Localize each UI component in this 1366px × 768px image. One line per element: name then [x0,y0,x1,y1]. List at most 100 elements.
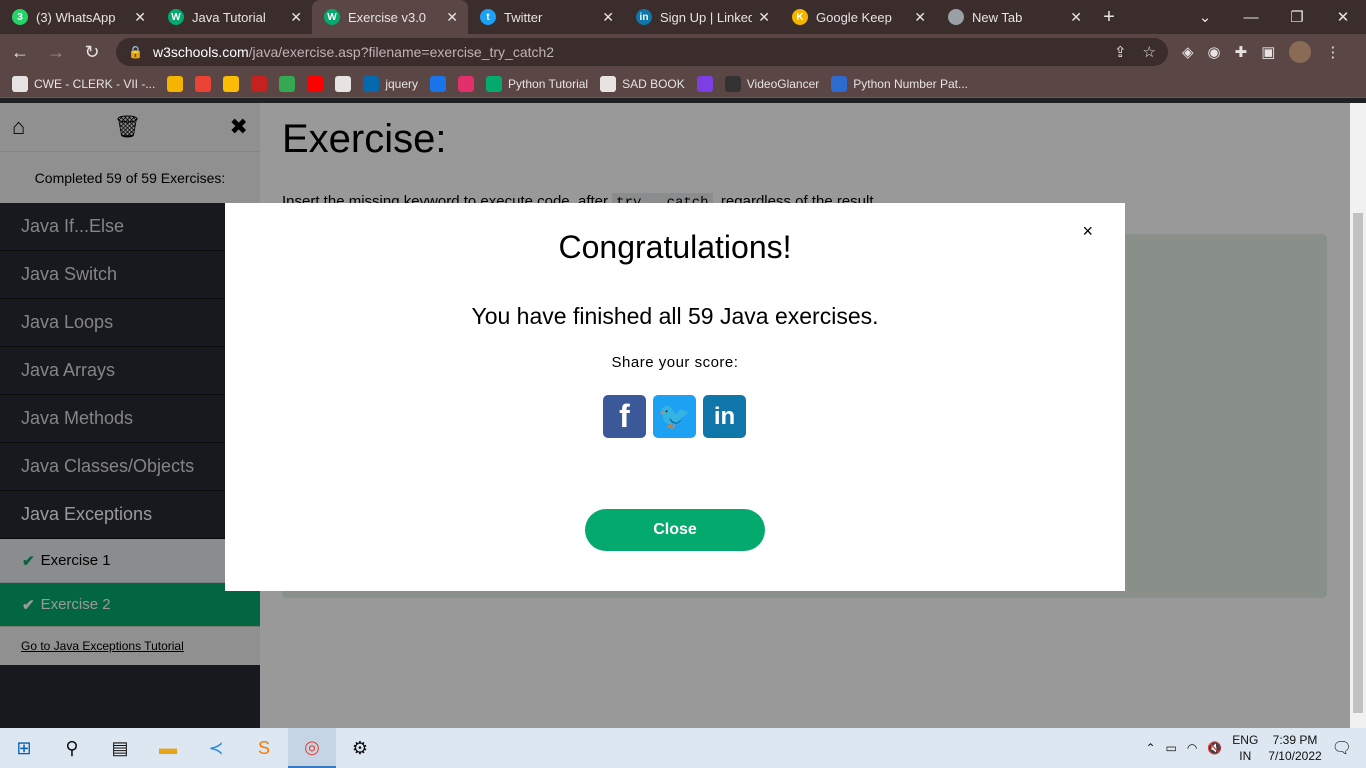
tab-close-icon[interactable]: ✕ [446,9,458,26]
modal-message: You have finished all 59 Java exercises. [471,303,879,329]
vscode-icon[interactable]: ≺ [192,728,240,768]
bookmark-item[interactable] [335,75,352,92]
bookmark-favicon-icon [724,75,741,92]
browser-tab[interactable]: W Exercise v3.0 ✕ [312,0,468,34]
url-host: w3schools.com [152,44,249,60]
browser-tab[interactable]: t Twitter ✕ [468,0,624,34]
puzzle-icon[interactable]: ✚ [1235,43,1248,61]
tab-close-icon[interactable]: ✕ [1070,9,1082,26]
search-icon[interactable]: ⚲ [48,728,96,768]
chrome-icon [948,9,964,25]
bookmark-favicon-icon [458,75,475,92]
language-code: ENG [1232,733,1259,747]
bookmark-item[interactable] [223,75,240,92]
browser-tab[interactable]: K Google Keep ✕ [780,0,936,34]
bookmark-item[interactable] [696,75,713,92]
whatsapp-icon: 3 [12,9,28,25]
tab-title: Java Tutorial [192,9,266,25]
bookmark-favicon-icon [486,75,503,92]
bookmark-item[interactable]: SAD BOOK [600,75,685,92]
browser-tab[interactable]: New Tab ✕ [936,0,1092,34]
bookmark-item[interactable] [307,75,324,92]
bookmark-favicon-icon [279,75,296,92]
facebook-icon[interactable]: f [603,395,646,438]
tab-close-icon[interactable]: ✕ [134,9,146,26]
chevron-up-icon[interactable]: ⌃ [1145,741,1155,755]
notifications-icon[interactable]: 🗨 [1332,738,1352,758]
lock-icon[interactable]: 🔒 [128,45,143,59]
bookmark-label: jquery [385,76,419,91]
volume-muted-icon[interactable]: 🔇 [1207,741,1222,755]
chrome-icon[interactable]: ◎ [288,728,336,768]
file-explorer-icon[interactable]: ▬ [144,728,192,768]
browser-tab[interactable]: in Sign Up | LinkedIn ✕ [624,0,780,34]
bookmark-item[interactable]: Python Tutorial [486,75,588,92]
bookmark-item[interactable] [251,75,268,92]
share-label: Share your score: [611,354,739,371]
address-bar[interactable]: 🔒 w3schools.com/java/exercise.asp?filena… [116,38,1168,66]
w3schools-icon: W [324,9,340,25]
bookmark-item[interactable]: VideoGlancer [724,75,819,92]
windows-start-icon[interactable]: ⊞ [0,728,48,768]
bookmark-item[interactable]: Python Number Pat... [831,75,968,92]
profile-avatar[interactable] [1289,41,1312,63]
tab-close-icon[interactable]: ✕ [914,9,926,26]
close-button[interactable]: Close [585,509,765,551]
share-page-icon[interactable]: ⇪ [1114,43,1127,61]
restore-icon[interactable]: ❐ [1274,0,1320,34]
sublime-icon[interactable]: S [240,728,288,768]
extension-icon[interactable]: ◈ [1182,43,1194,61]
tab-list: 3 (3) WhatsApp ✕ W Java Tutorial ✕ W Exercise v… [0,0,1092,34]
minimize-icon[interactable]: — [1228,0,1274,34]
bookmark-favicon-icon [167,75,184,92]
linkedin-icon[interactable]: in [703,395,746,438]
bookmark-item[interactable]: CWE - CLERK - VII -... [12,75,155,92]
clock[interactable]: 7:39 PM 7/10/2022 [1268,732,1321,764]
scrollbar-thumb[interactable] [1353,213,1363,713]
modal-title: Congratulations! [558,229,792,265]
bookmark-item[interactable] [430,75,447,92]
page-scrollbar[interactable] [1350,103,1366,728]
bookmark-favicon-icon [335,75,352,92]
web-page: ⌂ 🗑 ✖ Completed 59 of 59 Exercises: Java… [0,103,1366,728]
new-tab-button[interactable]: + [1092,0,1126,34]
tab-close-icon[interactable]: ✕ [602,9,614,26]
tab-title: Google Keep [816,9,892,25]
tab-close-icon[interactable]: ✕ [758,9,770,26]
bookmarks-bar: CWE - CLERK - VII -... jquery Python Tutor… [0,70,1366,98]
forward-icon[interactable]: → [40,36,72,68]
bookmark-item[interactable] [167,75,184,92]
bookmark-item[interactable]: jquery [363,75,419,92]
tab-title: Sign Up | LinkedIn [660,9,753,25]
meet-now-icon[interactable]: ▭ [1166,741,1177,755]
reload-icon[interactable]: ↻ [76,36,108,68]
twitter-icon: t [480,9,496,25]
bookmark-favicon-icon [307,75,324,92]
browser-tab[interactable]: 3 (3) WhatsApp ✕ [0,0,156,34]
tab-title: Exercise v3.0 [348,9,427,25]
toolbar: ← → ↻ 🔒 w3schools.com/java/exercise.asp?… [0,34,1366,70]
bookmark-star-icon[interactable]: ☆ [1143,43,1156,61]
task-view-icon[interactable]: ▤ [96,728,144,768]
url-path: /java/exercise.asp?filename=exercise_try… [248,44,555,60]
bookmark-favicon-icon [831,75,848,92]
close-window-icon[interactable]: ✕ [1320,0,1366,34]
camera-extension-icon[interactable]: ◉ [1208,43,1221,61]
bookmark-item[interactable] [458,75,475,92]
tab-close-icon[interactable]: ✕ [290,9,302,26]
side-panel-icon[interactable]: ▣ [1261,43,1275,61]
bookmark-favicon-icon [600,75,617,92]
language-indicator[interactable]: ENG IN [1232,732,1258,764]
bookmark-favicon-icon [251,75,268,92]
settings-gear-icon[interactable]: ⚙ [336,728,384,768]
wifi-icon[interactable]: ◠ [1187,741,1197,755]
back-icon[interactable]: ← [4,36,36,68]
bookmark-item[interactable] [279,75,296,92]
tab-search-icon[interactable]: ⌄ [1182,0,1228,34]
browser-tab[interactable]: W Java Tutorial ✕ [156,0,312,34]
twitter-icon[interactable]: 🐦 [653,395,696,438]
bookmark-item[interactable] [195,75,212,92]
clock-date: 7/10/2022 [1268,749,1322,763]
menu-icon[interactable]: ⋮ [1325,43,1340,61]
tab-strip: 3 (3) WhatsApp ✕ W Java Tutorial ✕ W Exercise v… [0,0,1366,34]
